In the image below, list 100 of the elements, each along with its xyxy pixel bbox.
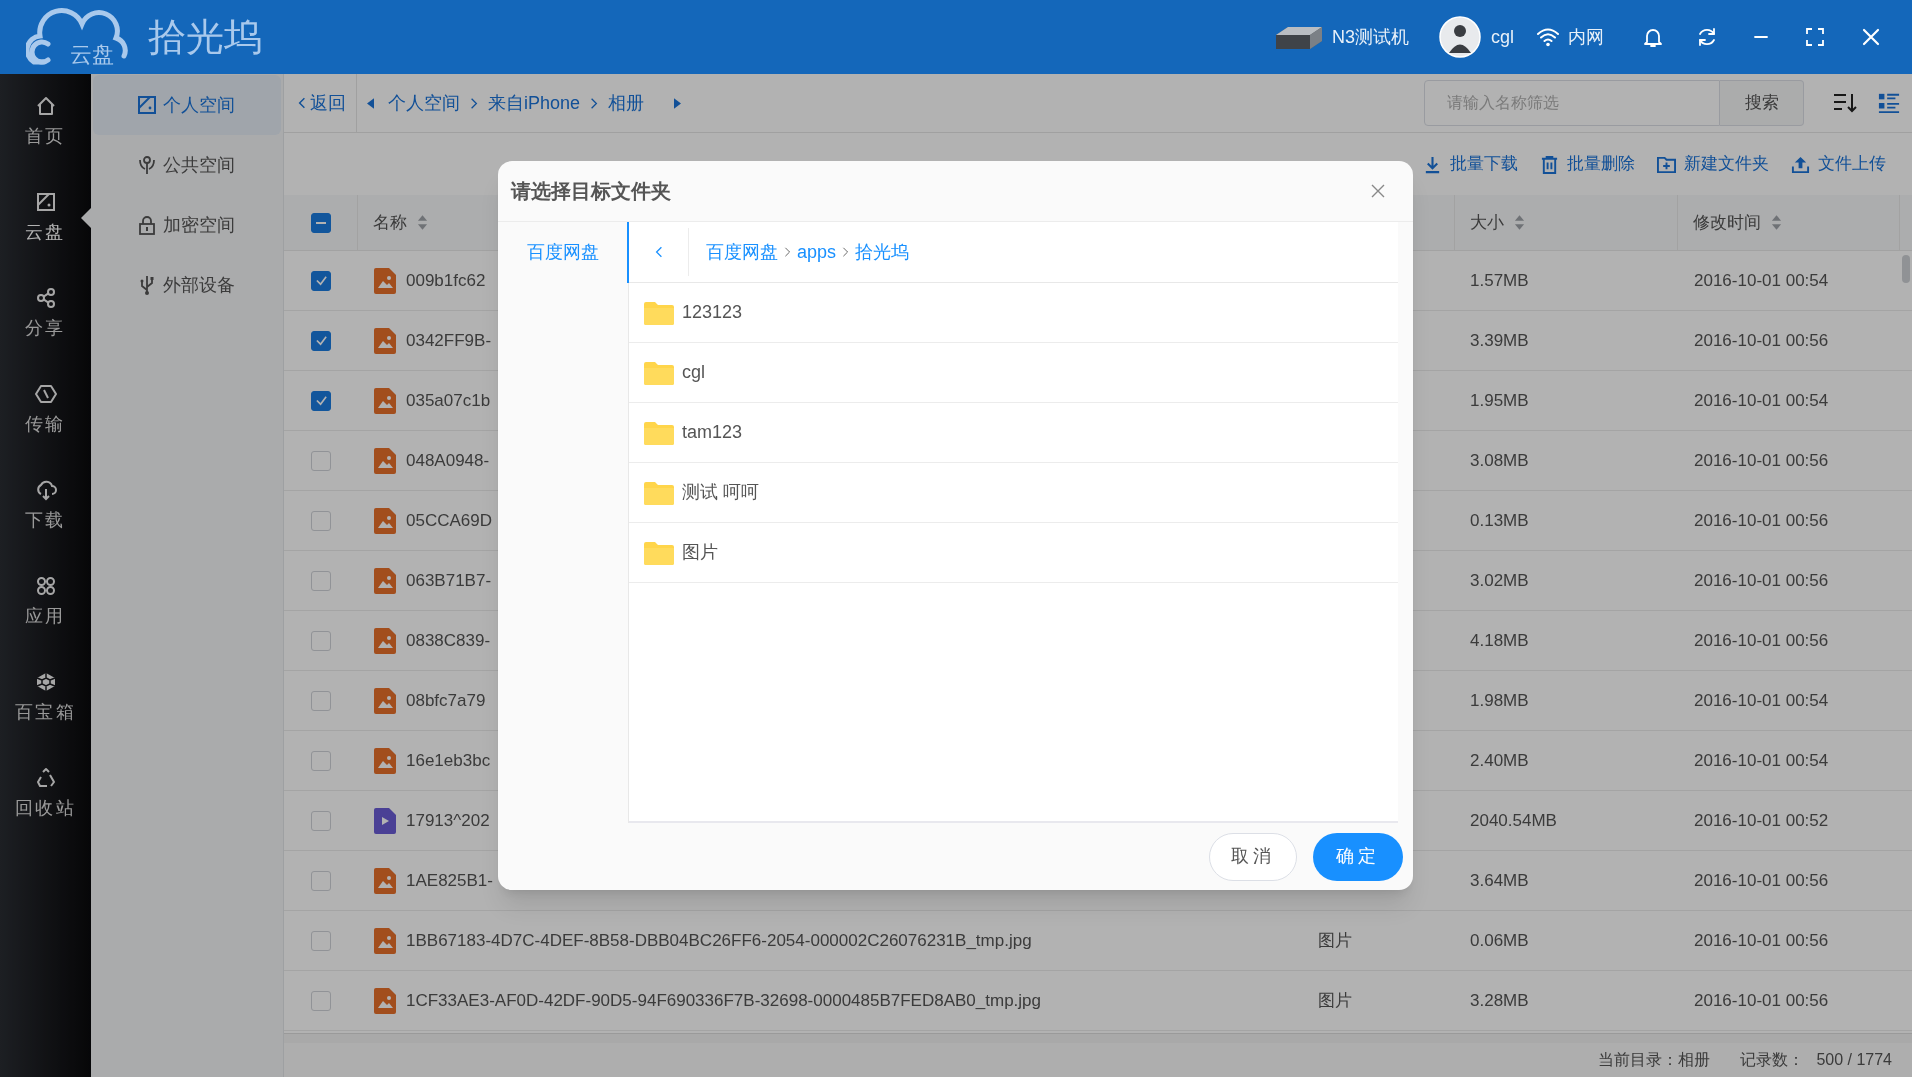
- nav-item[interactable]: 外部设备: [93, 255, 281, 315]
- sort-arrows-icon[interactable]: [1771, 214, 1782, 231]
- file-name[interactable]: 1CF33AE3-AF0D-42DF-90D5-94F690336F7B-32698-0000485B7FED8AB0_tmp.jpg: [406, 987, 1042, 1014]
- file-name[interactable]: 048A0948-: [406, 447, 490, 474]
- modified-time: 2016-10-01 00:56: [1694, 569, 1829, 592]
- sort-arrows-icon[interactable]: [417, 214, 428, 231]
- image-file-icon: [374, 327, 396, 354]
- sidebar-item[interactable]: 首页: [0, 74, 91, 170]
- sidebar-item[interactable]: 传输: [0, 362, 91, 458]
- toolbar-button[interactable]: 文件上传: [1791, 151, 1886, 177]
- confirm-button[interactable]: 确定: [1313, 832, 1403, 881]
- image-file-icon: [374, 687, 396, 714]
- sidebar-item[interactable]: 回收站: [0, 746, 91, 842]
- file-name[interactable]: 1BB67183-4D7C-4DEF-8B58-DBB04BC26FF6-2054-000002C26076231B_tmp.jpg: [406, 927, 1032, 954]
- check-icon: [314, 274, 328, 287]
- current-directory: 当前目录：相册: [1598, 1050, 1711, 1070]
- scrollbar-thumb[interactable]: [1902, 255, 1910, 283]
- close-icon[interactable]: [1371, 184, 1385, 198]
- column-header[interactable]: 大小: [1470, 209, 1504, 236]
- folder-row[interactable]: 123123: [629, 283, 1398, 343]
- breadcrumb-link[interactable]: 来自iPhone: [488, 89, 581, 117]
- file-name[interactable]: 08bfc7a79: [406, 687, 486, 714]
- bell-icon[interactable]: [1642, 26, 1664, 48]
- breadcrumb-link[interactable]: 相册: [608, 89, 645, 117]
- toolbar-button[interactable]: 新建文件夹: [1657, 151, 1769, 177]
- file-type: 图片: [1318, 929, 1352, 952]
- file-size: 3.64MB: [1470, 869, 1529, 892]
- file-size: 1.98MB: [1470, 689, 1529, 712]
- path-link[interactable]: 拾光坞: [855, 238, 910, 266]
- refresh-icon[interactable]: [1696, 26, 1718, 48]
- modified-time: 2016-10-01 00:54: [1694, 689, 1829, 712]
- path-link[interactable]: apps: [797, 238, 837, 266]
- upload-icon: [1791, 154, 1810, 174]
- column-header[interactable]: 修改时间: [1693, 209, 1761, 236]
- chevron-left-icon: [298, 96, 306, 110]
- folder-row[interactable]: 图片: [629, 523, 1398, 583]
- image-file-icon: [374, 567, 396, 594]
- chevron-right-icon: [784, 246, 791, 258]
- modified-time: 2016-10-01 00:52: [1694, 809, 1829, 832]
- column-header[interactable]: 名称: [373, 209, 407, 236]
- device-name: N3测试机: [1331, 25, 1409, 49]
- lock-icon: [137, 215, 157, 235]
- image-file-icon: [374, 387, 396, 414]
- sidebar-item[interactable]: 分享: [0, 266, 91, 362]
- modified-time: 2016-10-01 00:54: [1694, 269, 1829, 292]
- file-name[interactable]: 063B71B7-: [406, 567, 492, 594]
- folder-icon: [644, 540, 674, 565]
- file-size: 4.18MB: [1470, 629, 1529, 652]
- toolbar-button[interactable]: 批量下载: [1423, 151, 1518, 177]
- triangle-left-icon[interactable]: [367, 97, 374, 109]
- nav-item[interactable]: 公共空间: [93, 135, 281, 195]
- breadcrumb-link[interactable]: 个人空间: [388, 89, 460, 117]
- file-name[interactable]: 16e1eb3bc: [406, 747, 491, 774]
- file-name[interactable]: 1AE825B1-: [406, 867, 493, 894]
- close-icon[interactable]: [1860, 26, 1882, 48]
- download-icon: [1423, 154, 1442, 174]
- file-name[interactable]: 009b1fc62: [406, 267, 486, 294]
- checkbox[interactable]: [310, 212, 331, 233]
- file-size: 3.28MB: [1470, 989, 1529, 1012]
- fullscreen-icon[interactable]: [1804, 26, 1826, 48]
- search-button[interactable]: 搜索: [1720, 80, 1804, 126]
- app-title: 拾光坞: [148, 18, 262, 56]
- record-count: 500 / 1774: [1816, 1050, 1892, 1070]
- image-file-icon: [374, 867, 396, 894]
- list-view-icon[interactable]: [1878, 92, 1900, 114]
- back-link[interactable]: 返回: [298, 89, 346, 117]
- recycle-icon: [34, 766, 57, 789]
- nav-item[interactable]: 个人空间: [93, 75, 281, 135]
- cloud-logo-icon: [26, 6, 130, 68]
- sidebar-item[interactable]: 应用: [0, 554, 91, 650]
- checkbox[interactable]: [311, 390, 331, 411]
- image-file-icon: [374, 267, 396, 294]
- cancel-button[interactable]: 取消: [1209, 832, 1297, 881]
- file-name[interactable]: 05CCA69D: [406, 507, 492, 534]
- trash-icon: [1540, 154, 1559, 174]
- folder-row[interactable]: 测试 呵呵: [629, 463, 1398, 523]
- avatar-icon[interactable]: [1439, 16, 1481, 58]
- sort-arrows-icon[interactable]: [1514, 214, 1525, 231]
- record-count-label: 记录数：: [1740, 1050, 1805, 1070]
- grid-icon: [34, 574, 57, 597]
- folder-row[interactable]: tam123: [629, 403, 1398, 463]
- folder-row[interactable]: cgl: [629, 343, 1398, 403]
- toolbar-button[interactable]: 批量删除: [1540, 151, 1635, 177]
- file-name[interactable]: 0838C839-: [406, 627, 491, 654]
- triangle-right-icon[interactable]: [674, 97, 682, 109]
- file-size: 2040.54MB: [1470, 809, 1557, 832]
- checkbox[interactable]: [311, 330, 331, 351]
- checkbox[interactable]: [311, 270, 331, 291]
- horizontal-scrollbar[interactable]: [284, 1033, 1912, 1043]
- file-name[interactable]: 0342FF9B-: [406, 327, 492, 354]
- folder-icon: [644, 420, 674, 445]
- file-name[interactable]: 035a07c1b: [406, 387, 491, 414]
- chevron-right-icon: [590, 96, 599, 110]
- path-link[interactable]: 百度网盘: [706, 238, 778, 266]
- nav-item[interactable]: 加密空间: [93, 195, 281, 255]
- sidebar-item[interactable]: 下载: [0, 458, 91, 554]
- file-size: 0.06MB: [1470, 929, 1529, 952]
- sort-icon[interactable]: [1832, 91, 1858, 115]
- sidebar-item[interactable]: 百宝箱: [0, 650, 91, 746]
- file-name[interactable]: 17913^202: [406, 807, 490, 834]
